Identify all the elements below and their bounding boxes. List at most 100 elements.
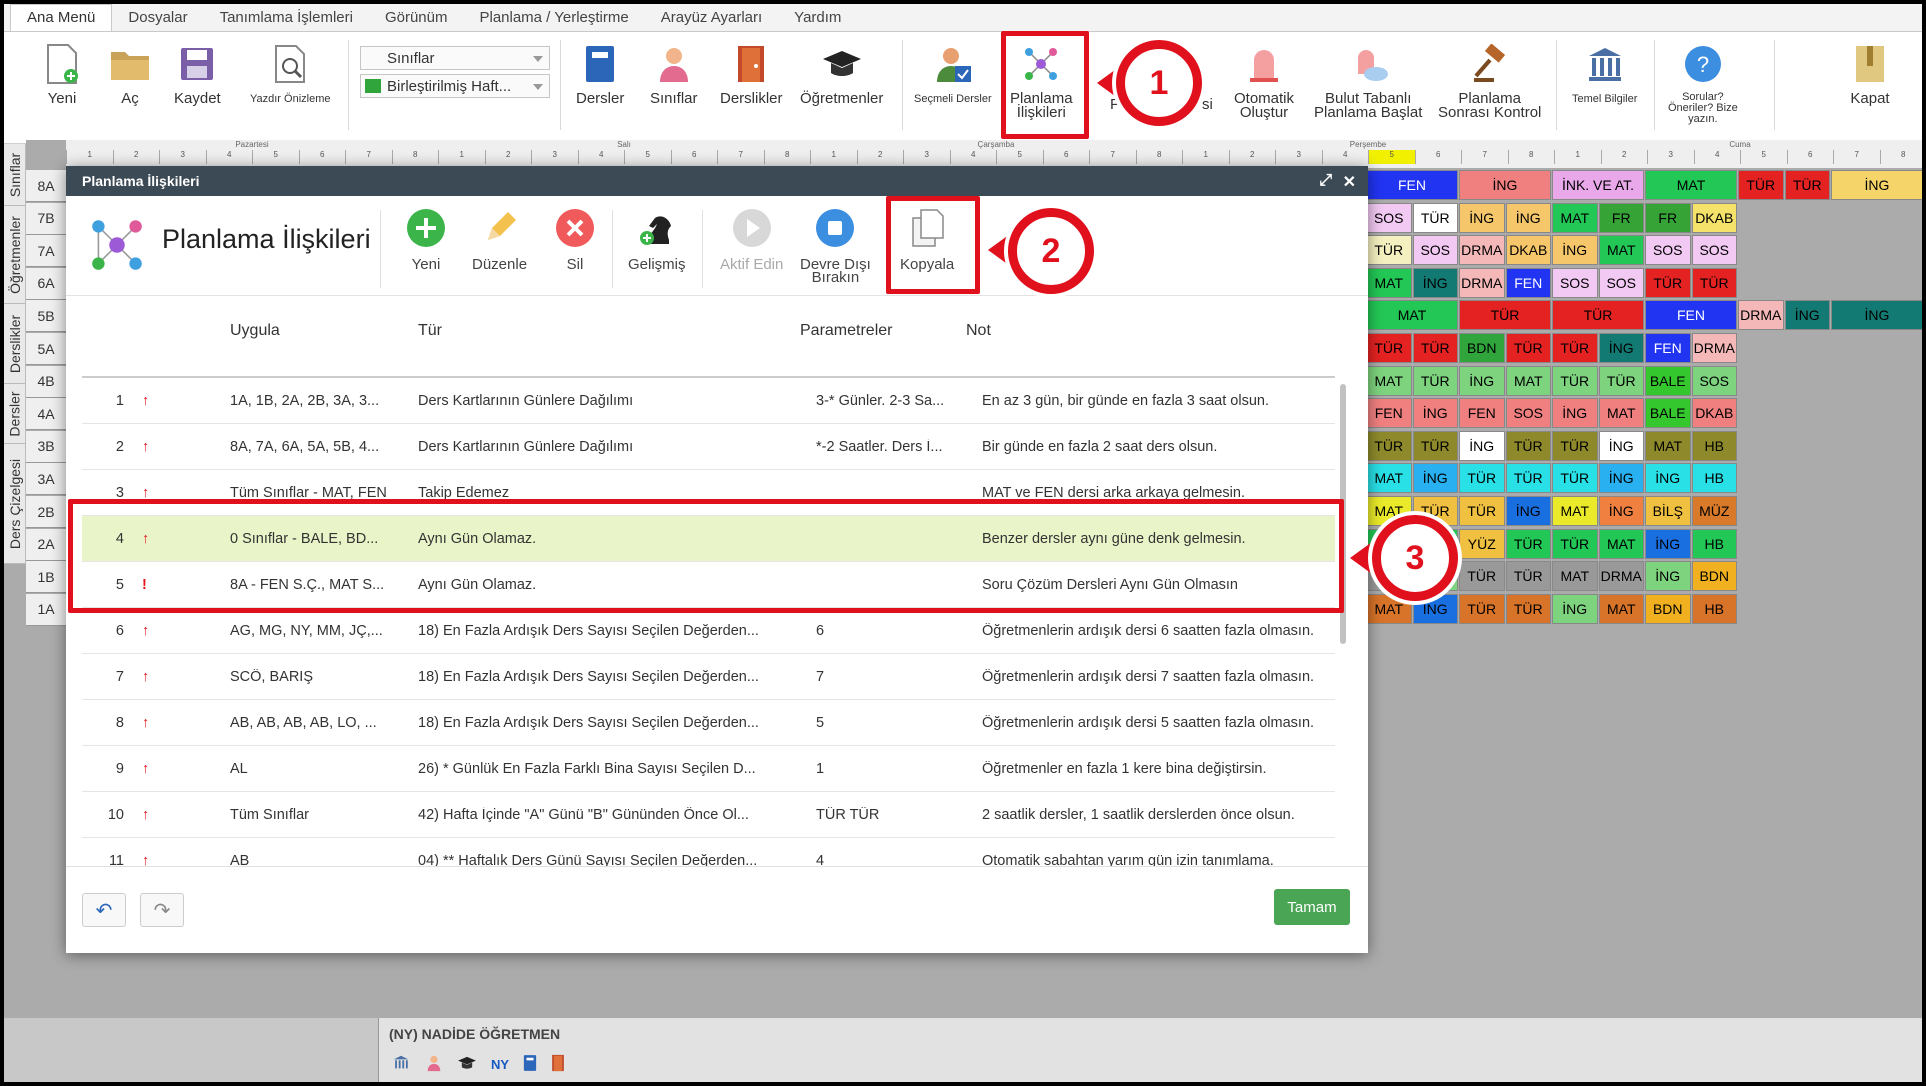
lesson-cell[interactable]: TÜR: [1459, 463, 1505, 494]
lesson-cell[interactable]: MAT: [1366, 267, 1412, 298]
lesson-cell[interactable]: İNG: [1598, 496, 1644, 526]
lesson-cell[interactable]: İNG: [1505, 202, 1551, 233]
lesson-cell[interactable]: TÜR: [1366, 430, 1412, 461]
table-row[interactable]: 2 ↑ 8A, 7A, 6A, 5A, 5B, 4... Ders Kartların…: [82, 424, 1335, 470]
view-select[interactable]: Birleştirilmiş Haft...: [360, 74, 550, 98]
lesson-cell[interactable]: DKAB: [1505, 235, 1551, 266]
lesson-cell[interactable]: DRMA: [1598, 561, 1644, 592]
table-scrollbar[interactable]: ⌄: [1337, 384, 1348, 900]
undo-button[interactable]: ↶: [82, 893, 126, 927]
column-note[interactable]: Not: [966, 322, 991, 340]
tab-ders-cizelgesi[interactable]: Ders Çizelgesi: [4, 444, 26, 564]
advanced-button[interactable]: Gelişmiş: [628, 208, 686, 272]
lesson-cell[interactable]: SOS: [1505, 398, 1551, 429]
tab-dersler[interactable]: Dersler: [4, 384, 26, 444]
lesson-cell[interactable]: DRMA: [1738, 300, 1784, 331]
lesson-cell[interactable]: MAT: [1645, 430, 1691, 461]
teacher-code[interactable]: NY: [491, 1057, 509, 1072]
lesson-cell[interactable]: YÜZ: [1459, 528, 1505, 559]
lesson-cell[interactable]: İNG: [1505, 496, 1551, 526]
lesson-cell[interactable]: SOS: [1691, 235, 1737, 266]
menu-dosyalar[interactable]: Dosyalar: [112, 5, 203, 31]
lesson-cell[interactable]: FEN: [1366, 170, 1458, 200]
table-row[interactable]: 8 ↑ AB, AB, AB, AB, LO, ... 18) En Fazla Ar…: [82, 700, 1335, 746]
class-select[interactable]: Sınıflar: [360, 46, 550, 70]
cloud-planning-button[interactable]: Bulut Tabanlı Planlama Başlat: [1314, 42, 1422, 120]
lesson-cell[interactable]: TÜR: [1412, 365, 1458, 396]
lesson-cell[interactable]: MAT: [1552, 561, 1598, 592]
lessons-button[interactable]: Dersler: [576, 42, 624, 106]
lesson-cell[interactable]: TÜR: [1552, 430, 1598, 461]
tab-derslikler[interactable]: Derslikler: [4, 304, 26, 384]
book-icon[interactable]: [523, 1054, 537, 1075]
lesson-cell[interactable]: DRMA: [1459, 235, 1505, 266]
lesson-cell[interactable]: İNG: [1784, 300, 1830, 331]
bank-building-icon[interactable]: [391, 1054, 411, 1075]
post-planning-button[interactable]: Planlama Sonrası Kontrol: [1438, 42, 1541, 120]
lesson-cell[interactable]: FEN: [1366, 398, 1412, 429]
activate-button[interactable]: Aktif Edin: [720, 208, 783, 272]
lesson-cell[interactable]: İNG: [1645, 463, 1691, 494]
lesson-cell[interactable]: TÜR: [1691, 267, 1737, 298]
lesson-cell[interactable]: TÜR: [1505, 593, 1551, 624]
lesson-cell[interactable]: BALE: [1645, 398, 1691, 429]
lesson-cell[interactable]: İNG: [1412, 463, 1458, 494]
class-row-label[interactable]: 2A: [26, 528, 66, 561]
table-row[interactable]: 6 ↑ AG, MG, NY, MM, JÇ,... 18) En Fazla Ard…: [82, 608, 1335, 654]
class-row-label[interactable]: 5B: [26, 300, 66, 333]
students-icon[interactable]: [425, 1054, 443, 1075]
lesson-cell[interactable]: DKAB: [1691, 202, 1737, 233]
table-row[interactable]: 10 ↑ Tüm Sınıflar 42) Hafta İçinde "A" Günü…: [82, 792, 1335, 838]
class-row-label[interactable]: 3A: [26, 463, 66, 496]
lesson-cell[interactable]: MAT: [1598, 235, 1644, 266]
tab-siniflar[interactable]: Sınıflar: [4, 144, 26, 206]
lesson-cell[interactable]: DRMA: [1459, 267, 1505, 298]
class-row-label[interactable]: 2B: [26, 496, 66, 528]
column-params[interactable]: Parametreler: [800, 322, 892, 340]
lesson-cell[interactable]: MAT: [1366, 365, 1412, 396]
lesson-cell[interactable]: BİLŞ: [1645, 496, 1691, 526]
lesson-cell[interactable]: TÜR: [1505, 430, 1551, 461]
lesson-cell[interactable]: İNG: [1645, 528, 1691, 559]
lesson-cell[interactable]: İNG: [1598, 463, 1644, 494]
lesson-cell[interactable]: SOS: [1691, 365, 1737, 396]
class-row-label[interactable]: 4A: [26, 398, 66, 431]
menu-ana-menu[interactable]: Ana Menü: [10, 4, 113, 31]
lesson-cell[interactable]: İNG: [1645, 561, 1691, 592]
lesson-cell[interactable]: MAT: [1645, 170, 1737, 200]
column-apply[interactable]: Uygula: [230, 322, 280, 340]
lesson-cell[interactable]: TÜR: [1505, 333, 1551, 363]
lesson-cell[interactable]: MAT: [1598, 528, 1644, 559]
lesson-cell[interactable]: HB: [1691, 430, 1737, 461]
menu-planlama[interactable]: Planlama / Yerleştirme: [463, 5, 644, 31]
new-file-button[interactable]: Yeni: [40, 42, 84, 106]
lesson-cell[interactable]: TÜR: [1505, 528, 1551, 559]
redo-button[interactable]: ↷: [140, 893, 184, 927]
lesson-cell[interactable]: TÜR: [1552, 333, 1598, 363]
lesson-cell[interactable]: TÜR: [1552, 300, 1644, 331]
close-icon[interactable]: ✕: [1343, 172, 1356, 192]
class-row-label[interactable]: 1A: [26, 593, 66, 626]
lesson-cell[interactable]: TÜR: [1412, 333, 1458, 363]
lesson-cell[interactable]: İNG: [1552, 593, 1598, 624]
ok-button[interactable]: Tamam: [1274, 889, 1350, 925]
lesson-cell[interactable]: TÜR: [1738, 170, 1784, 200]
edit-button[interactable]: Düzenle: [472, 208, 527, 272]
lesson-cell[interactable]: BDN: [1645, 593, 1691, 624]
open-button[interactable]: Aç: [108, 42, 152, 106]
lesson-cell[interactable]: HB: [1691, 463, 1737, 494]
lesson-cell[interactable]: HB: [1691, 593, 1737, 624]
lesson-cell[interactable]: TÜR: [1412, 202, 1458, 233]
lesson-cell[interactable]: BDN: [1459, 333, 1505, 363]
door-icon[interactable]: [551, 1054, 565, 1075]
lesson-cell[interactable]: SOS: [1645, 235, 1691, 266]
class-row-label[interactable]: 5A: [26, 333, 66, 365]
class-row-label[interactable]: 7A: [26, 235, 66, 268]
graduation-cap-icon[interactable]: [457, 1055, 477, 1074]
lesson-cell[interactable]: TÜR: [1505, 463, 1551, 494]
lesson-cell[interactable]: İNG: [1831, 170, 1922, 200]
lesson-cell[interactable]: İNG: [1412, 398, 1458, 429]
lesson-cell[interactable]: BDN: [1691, 561, 1737, 592]
lesson-cell[interactable]: FEN: [1459, 398, 1505, 429]
class-row-label[interactable]: 7B: [26, 202, 66, 235]
